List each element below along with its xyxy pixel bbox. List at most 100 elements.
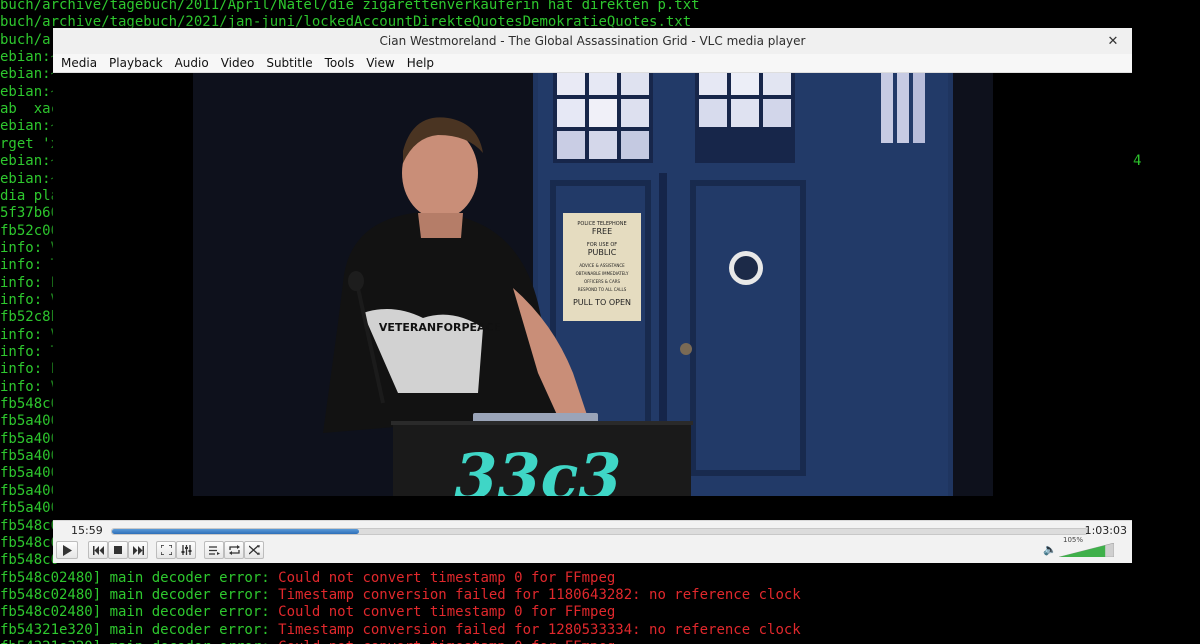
terminal-line: fb52c8b [0, 309, 59, 326]
terminal-line-text: ab xac [0, 101, 60, 118]
terminal-line: fb548c02480] main decoder error: Timesta… [0, 587, 801, 604]
vlc-window: Cian Westmoreland - The Global Assassina… [53, 28, 1132, 563]
terminal-line-text: info: F [0, 361, 60, 378]
terminal-error-text: Could not convert timestamp 0 for FFmpeg [278, 639, 615, 644]
seek-bar[interactable] [111, 528, 1088, 535]
menu-playback[interactable]: Playback [103, 56, 169, 70]
terminal-line: fb5a400 [0, 448, 59, 465]
terminal-line: ebian:~ [0, 153, 59, 170]
terminal-line-text: ebian:~ [0, 49, 60, 66]
total-time: 1:03:03 [1084, 524, 1127, 537]
terminal-line-text: buch/archive/tagebuch/2011/April/Natel/d… [0, 0, 700, 13]
terminal-line: info: T [0, 344, 59, 361]
equalizer-icon [181, 545, 191, 555]
terminal-line-text: dia pla [0, 187, 60, 204]
terminal-line: ebian:~ [0, 171, 59, 188]
terminal-line: fb548c0 [0, 396, 59, 413]
terminal-line: fb52c00 [0, 223, 59, 240]
loop-icon [228, 545, 240, 555]
terminal-line-text: fb52c8b [0, 309, 60, 326]
terminal-line-text: ebian:~ [0, 170, 60, 187]
terminal-line-text: fb5a400 [0, 413, 60, 430]
terminal-error-text: Timestamp conversion failed for 11806432… [278, 586, 801, 603]
terminal-line-text: 5f37b60 [0, 205, 60, 222]
menu-tools[interactable]: Tools [319, 56, 361, 70]
terminal-line-text: fb5a400 [0, 465, 60, 482]
loop-button[interactable] [224, 541, 244, 559]
fullscreen-button[interactable] [156, 541, 176, 559]
menu-video[interactable]: Video [215, 56, 261, 70]
terminal-line: buch/archive/tagebuch/2011/April/Natel/d… [0, 0, 700, 14]
terminal-line-text: fb548c0 [0, 534, 60, 551]
terminal-line: ebian:~ [0, 49, 59, 66]
playlist-button[interactable] [204, 541, 224, 559]
next-icon [132, 545, 144, 555]
volume-slider[interactable] [1059, 543, 1114, 557]
terminal-line-text: fb548c02480] main decoder error: [0, 604, 279, 621]
terminal-line: fb548c02480] main decoder error: Could n… [0, 604, 615, 621]
previous-button[interactable] [88, 541, 108, 559]
terminal-line: fb548c0 [0, 535, 59, 552]
menu-media[interactable]: Media [55, 56, 103, 70]
terminal-line: fb5a400 [0, 500, 59, 517]
terminal-right-text: 4 [1133, 153, 1142, 169]
play-button[interactable] [56, 541, 78, 559]
terminal-line-text: info: V [0, 378, 60, 395]
extended-settings-button[interactable] [176, 541, 196, 559]
sign-text-line: FREE [592, 227, 612, 236]
terminal-line-text: buch/ar [0, 31, 60, 48]
terminal-line: info: V [0, 379, 59, 396]
terminal-line: rget 'x [0, 136, 59, 153]
terminal-line: fb548c0 [0, 552, 59, 569]
terminal-line: fb5a400 [0, 413, 59, 430]
shirt-text: VETERANFORPEACE [379, 321, 501, 334]
terminal-error-text: Could not convert timestamp 0 for FFmpeg [278, 604, 616, 621]
terminal-line-text: fb54321e320] main decoder error: [0, 621, 279, 638]
terminal-line-text: fb548c0 [0, 517, 60, 534]
menu-help[interactable]: Help [401, 56, 440, 70]
terminal-line: buch/ar [0, 32, 59, 49]
next-button[interactable] [128, 541, 148, 559]
terminal-line: info: V [0, 240, 59, 257]
video-frame[interactable]: POLICE TELEPHONE FREE FOR USE OF PUBLIC ADVI… [193, 73, 993, 496]
terminal-line-text: ebian:~ [0, 118, 60, 135]
podium-logo: 33c3 [454, 440, 621, 496]
sign-text-line: ADVICE & ASSISTANCE [579, 263, 625, 268]
sign-text-line: PUBLIC [588, 248, 617, 257]
menu-view[interactable]: View [360, 56, 400, 70]
terminal-line: dia pla [0, 188, 59, 205]
terminal-error-text: Timestamp conversion failed for 12805333… [278, 621, 801, 638]
terminal-line-text: info: T [0, 257, 60, 274]
terminal-line: fb5a400 [0, 431, 59, 448]
fullscreen-icon [160, 545, 172, 555]
terminal-line: info: F [0, 361, 59, 378]
terminal-line: fb5a400 [0, 483, 59, 500]
shuffle-icon [248, 545, 260, 555]
terminal-line-text: info: T [0, 344, 60, 360]
terminal-line: ebian:~ [0, 66, 59, 83]
terminal-line: fb54321e320] main decoder error: Could n… [0, 639, 615, 644]
terminal-line: fb5a400 [0, 465, 59, 482]
terminal-line-text: fb548c02480] main decoder error: [0, 569, 279, 586]
menu-audio[interactable]: Audio [169, 56, 215, 70]
video-scene: POLICE TELEPHONEFREEFOR USE OFPUBLICADVI… [193, 73, 993, 496]
terminal-line-text: rget 'x [0, 135, 60, 152]
terminal-line-text: fb548c0 [0, 552, 60, 569]
sign-text-line: PULL TO OPEN [573, 298, 631, 307]
title-bar[interactable]: Cian Westmoreland - The Global Assassina… [53, 28, 1132, 55]
close-button[interactable]: ✕ [1104, 32, 1122, 50]
shuffle-button[interactable] [244, 541, 264, 559]
terminal-line-text: ebian:~ [0, 66, 60, 83]
terminal-line-text: fb54321e320] main decoder error: [0, 639, 278, 644]
terminal-error-text: Could not convert timestamp 0 for FFmpeg [278, 569, 616, 586]
terminal-line-text: fb548c02480] main decoder error: [0, 586, 279, 603]
terminal-line-text: ebian:~ [0, 153, 60, 170]
sign-text-line: OBTAINABLE IMMEDIATELY [576, 271, 629, 276]
sign-text-line: RESPOND TO ALL CALLS [578, 287, 627, 292]
menu-subtitle[interactable]: Subtitle [260, 56, 318, 70]
stop-button[interactable] [108, 541, 128, 559]
speaker-icon[interactable]: 🔈 [1043, 543, 1057, 556]
terminal-line-text: fb5a400 [0, 430, 60, 447]
video-area[interactable]: POLICE TELEPHONE FREE FOR USE OF PUBLIC ADVI… [53, 73, 1132, 520]
terminal-line: info: V [0, 292, 59, 309]
